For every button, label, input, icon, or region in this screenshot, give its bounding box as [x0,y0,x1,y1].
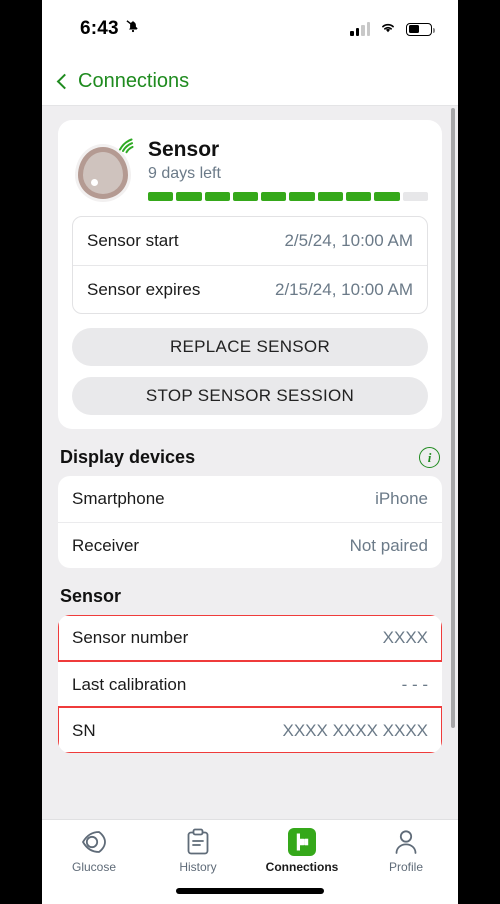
tab-connections[interactable]: Connections [250,828,354,874]
progress-segment [374,192,400,201]
tab-label: Profile [388,860,423,874]
sensor-date-row[interactable]: Sensor start 2/5/24, 10:00 AM [73,217,427,265]
person-icon [392,828,420,856]
status-time: 6:43 [80,18,119,39]
connections-icon [287,828,317,856]
progress-segment [232,192,259,201]
sensor-days-left: 9 days left [148,165,221,182]
info-circle-icon[interactable]: i [419,447,440,468]
progress-segment [261,192,287,201]
chevron-left-icon [56,73,73,90]
sensor-date-label: Sensor start [87,231,179,250]
signal-waves-icon [116,136,136,159]
sensor-date-value: 2/5/24, 10:00 AM [284,231,413,250]
display-devices-title: Display devices [60,447,196,467]
status-bar: 6:43 [42,0,458,58]
sensor-detail-row[interactable]: Sensor number XXXX [58,615,442,662]
bell-slash-icon [125,18,141,40]
display-device-label: Receiver [72,535,140,555]
phone-screen: 6:43 Connections Sensor 9 days left Sens… [42,0,458,904]
display-device-value: iPhone [375,489,428,508]
sensor-date-value: 2/15/24, 10:00 AM [275,279,413,299]
sensor-card: Sensor 9 days left Sensor start 2/5/24, 1… [58,120,442,429]
tab-profile[interactable]: Profile [354,828,458,874]
tab-label: Glucose [71,860,117,874]
content-scroll-area[interactable]: Sensor 9 days left Sensor start 2/5/24, 1… [42,106,458,819]
sensor-details-list: Sensor number XXXX Last calibration - - - SN… [58,615,442,753]
wifi-icon [379,20,397,39]
sensor-section-title: Sensor [60,586,122,606]
sensor-detail-label: SN [72,720,96,740]
display-device-row[interactable]: Smartphone iPhone [58,476,442,522]
display-device-value: Not paired [349,535,428,555]
sensor-date-row[interactable]: Sensor expires 2/15/24, 10:00 AM [73,265,427,313]
sensor-detail-label: Last calibration [72,674,187,694]
sensor-device-image [72,136,134,202]
sensor-dates-list: Sensor start 2/5/24, 10:00 AM Sensor expir… [72,216,428,314]
sensor-date-label: Sensor expires [87,279,201,299]
tab-glucose[interactable]: Glucose [42,828,146,874]
clipboard-icon [185,828,211,856]
sensor-detail-value: XXXX [382,628,428,647]
progress-segment [176,192,202,201]
sensor-detail-row[interactable]: SN XXXX XXXX XXXX [58,706,442,753]
display-device-label: Smartphone [72,489,165,508]
tab-label: Connections [265,860,339,874]
glucose-eye-icon [79,828,109,856]
page-title: Connections [78,70,190,92]
progress-segment [317,192,344,201]
sensor-info: Sensor 9 days left [148,136,428,201]
status-indicators [350,20,436,39]
tab-history[interactable]: History [146,828,250,874]
cellular-signal-icon [350,21,370,36]
sensor-detail-value: - - - [401,674,428,694]
tab-label: History [179,860,217,874]
progress-segment [148,192,174,201]
replace-sensor-button[interactable]: REPLACE SENSOR [72,328,428,366]
back-button[interactable]: Connections [56,70,189,93]
display-devices-header: Display devices i [60,447,440,468]
progress-segment [346,192,372,201]
sensor-detail-value: XXXX XXXX XXXX [282,720,428,740]
sensor-header: Sensor 9 days left [72,136,428,202]
navigation-bar: Connections [42,58,458,106]
progress-segment [204,192,230,201]
sensor-detail-row[interactable]: Last calibration - - - [58,661,442,707]
home-indicator [176,888,324,894]
vertical-scrollbar[interactable] [451,108,455,728]
status-time-group: 6:43 [80,18,141,40]
progress-segment [289,192,315,201]
sensor-section-header: Sensor [60,586,440,607]
sensor-name: Sensor [148,138,220,161]
sensor-life-progress [148,192,428,201]
stop-sensor-session-button[interactable]: STOP SENSOR SESSION [72,377,428,415]
progress-segment [402,192,428,201]
sensor-action-buttons: REPLACE SENSOR STOP SENSOR SESSION [72,328,428,415]
display-devices-list: Smartphone iPhone Receiver Not paired [58,476,442,568]
sensor-detail-label: Sensor number [72,628,189,647]
display-device-row[interactable]: Receiver Not paired [58,522,442,568]
battery-icon [406,22,436,36]
